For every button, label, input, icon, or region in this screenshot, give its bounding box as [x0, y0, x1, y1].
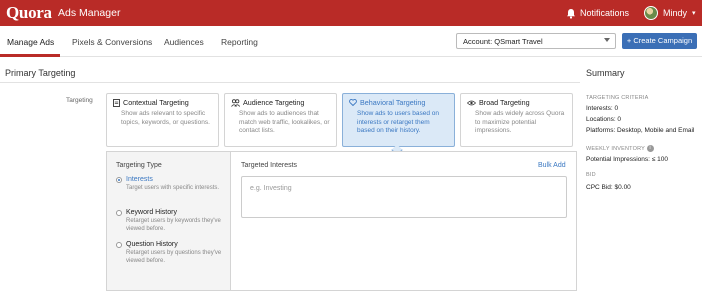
option-description: Retarget users by questions they've view… [126, 250, 222, 264]
broad-targeting-card[interactable]: Broad Targeting Show ads widely across Q… [460, 93, 573, 147]
heart-icon [349, 99, 357, 106]
tab-pixels-conversions[interactable]: Pixels & Conversions [72, 37, 152, 47]
card-title: Audience Targeting [243, 98, 305, 107]
eye-icon [467, 100, 476, 105]
bell-icon [567, 8, 575, 19]
option-title: Interests [126, 176, 153, 183]
summary-interests: Interests: 0 [586, 105, 619, 112]
people-icon [231, 98, 240, 107]
notifications-button[interactable]: Notifications [566, 5, 629, 21]
card-description: Show ads to audiences that match web tra… [239, 110, 330, 134]
user-name: Mindy [663, 8, 688, 18]
user-menu[interactable]: Mindy ▾ [644, 4, 696, 22]
weekly-inventory-caption: WEEKLY INVENTORY i [586, 145, 654, 152]
top-bar: Quora Ads Manager Notifications Mindy ▾ [0, 0, 702, 26]
option-title: Question History [126, 241, 178, 248]
targeting-criteria-caption: TARGETING CRITERIA [586, 95, 649, 101]
tab-manage-ads[interactable]: Manage Ads [7, 37, 54, 47]
summary-platforms: Platforms: Desktop, Mobile and Email [586, 127, 695, 134]
card-description: Show ads widely across Quora to maximize… [475, 110, 565, 134]
bulk-add-link[interactable]: Bulk Add [538, 162, 566, 169]
behavioral-targeting-panel: Targeting Type Interests Target users wi… [106, 151, 577, 291]
radio-button[interactable] [116, 210, 122, 216]
option-description: Target users with specific interests. [126, 185, 220, 191]
quora-logo[interactable]: Quora [6, 3, 52, 23]
summary-panel: Summary TARGETING CRITERIA Interests: 0 … [586, 68, 702, 191]
card-description: Show ads to users based on interests or … [357, 110, 440, 134]
contextual-targeting-card[interactable]: Contextual Targeting Show ads relevant t… [106, 93, 219, 147]
account-select[interactable]: Account: QSmart Travel [456, 33, 616, 49]
chevron-down-icon: ▾ [692, 10, 696, 17]
card-description: Show ads relevant to specific topics, ke… [121, 110, 210, 126]
option-interests[interactable]: Interests Target users with specific int… [116, 176, 228, 193]
divider [0, 82, 580, 83]
interests-input[interactable]: e.g. Investing [241, 176, 567, 218]
weekly-inventory-label: WEEKLY INVENTORY [586, 145, 645, 152]
primary-targeting-title: Primary Targeting [5, 68, 76, 78]
active-tab-indicator [0, 54, 60, 57]
bid-caption: BID [586, 172, 596, 178]
main-nav: Manage Ads Pixels & Conversions Audience… [0, 26, 702, 57]
card-title: Broad Targeting [479, 98, 530, 107]
chevron-down-icon [604, 38, 610, 42]
account-label: Account: QSmart Travel [463, 37, 543, 46]
summary-locations: Locations: 0 [586, 116, 622, 123]
radio-button[interactable] [116, 177, 122, 183]
notifications-label: Notifications [580, 8, 630, 18]
targeting-type-label: Targeting Type [116, 162, 162, 169]
targeted-interests-label: Targeted Interests [241, 162, 298, 169]
summary-potential-impressions: Potential Impressions: ≤ 100 [586, 156, 668, 163]
document-icon [113, 98, 120, 107]
summary-cpc-bid: CPC Bid: $0.00 [586, 184, 631, 191]
option-question-history[interactable]: Question History Retarget users by quest… [116, 241, 228, 265]
targeting-type-sidebar: Targeting Type Interests Target users wi… [107, 152, 231, 290]
option-title: Keyword History [126, 209, 177, 216]
avatar [644, 6, 658, 20]
tab-audiences[interactable]: Audiences [164, 37, 204, 47]
behavioral-targeting-card[interactable]: Behavioral Targeting Show ads to users b… [342, 93, 455, 147]
tab-reporting[interactable]: Reporting [221, 37, 258, 47]
summary-title: Summary [586, 68, 625, 78]
option-description: Retarget users by keywords they've viewe… [126, 218, 221, 232]
app-name[interactable]: Ads Manager [58, 7, 120, 19]
create-campaign-button[interactable]: + Create Campaign [622, 33, 697, 49]
audience-targeting-card[interactable]: Audience Targeting Show ads to audiences… [224, 93, 337, 147]
option-keyword-history[interactable]: Keyword History Retarget users by keywor… [116, 209, 228, 233]
card-title: Contextual Targeting [123, 98, 189, 107]
targeting-row-label: Targeting [66, 97, 93, 104]
radio-button[interactable] [116, 242, 122, 248]
card-title: Behavioral Targeting [360, 98, 426, 107]
info-icon[interactable]: i [646, 145, 654, 152]
